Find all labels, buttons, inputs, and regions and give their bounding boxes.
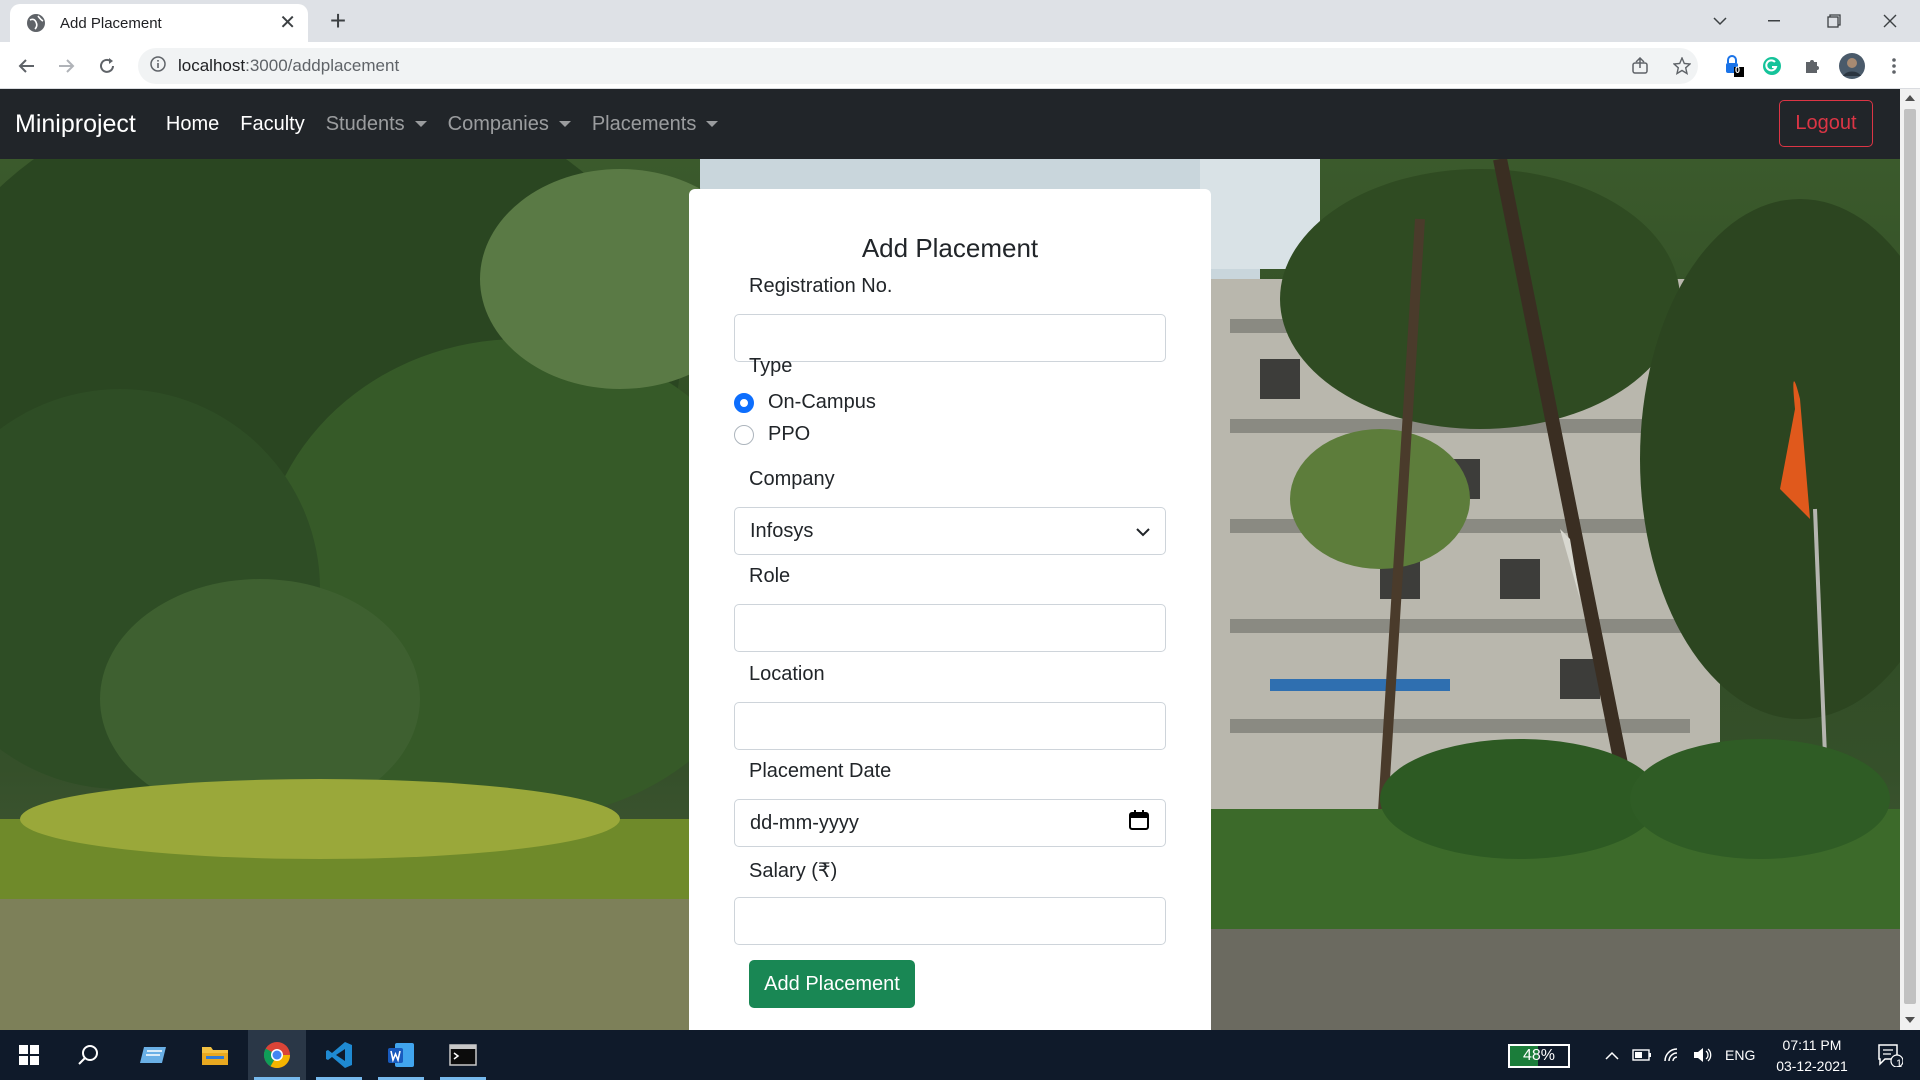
notification-center-icon[interactable]: 1 [1862,1030,1918,1080]
terminal-icon[interactable] [434,1030,492,1080]
battery-icon[interactable] [1630,1030,1654,1080]
salary-label: Salary (₹) [749,860,838,882]
address-bar[interactable]: localhost:3000/addplacement [138,48,1698,84]
clock-time[interactable]: 07:11 PM [1777,1037,1847,1053]
radio-on-campus[interactable]: On-Campus [734,391,876,414]
radio-ppo[interactable]: PPO [734,423,810,446]
page-viewport: Miniproject Home Faculty Students Compan… [0,89,1900,1030]
nav-students-label: Students [325,112,405,135]
profile-avatar[interactable] [1838,52,1866,80]
notification-count: 1 [1896,1058,1903,1070]
caret-down-icon [558,121,571,127]
nav-faculty[interactable]: Faculty [240,113,304,136]
tab-title: Add Placement [60,14,162,32]
extension-lock-icon[interactable]: 0 [1720,52,1748,80]
location-input[interactable] [734,702,1166,750]
chevron-down-icon [1136,520,1150,543]
close-window-button[interactable] [1862,0,1918,42]
company-select[interactable]: Infosys [734,507,1166,555]
salary-input[interactable] [734,897,1166,945]
nav-placements-dropdown[interactable]: Placements [592,113,719,136]
scrollbar-thumb[interactable] [1904,109,1916,1004]
word-icon[interactable] [372,1030,430,1080]
page-scrollbar[interactable] [1900,89,1920,1030]
vscode-icon[interactable] [310,1030,368,1080]
nav-companies-dropdown[interactable]: Companies [448,113,571,136]
top-navbar: Miniproject Home Faculty Students Compan… [0,89,1900,159]
role-input[interactable] [734,604,1166,652]
radio-unchecked-icon[interactable] [734,424,754,445]
browser-tab[interactable]: Add Placement ✕ [10,4,308,42]
bookmark-star-icon[interactable] [1668,52,1696,80]
scroll-up-icon[interactable] [1905,95,1915,101]
radio-checked-icon[interactable] [734,392,754,413]
browser-tab-strip: Add Placement ✕ + [0,0,1920,42]
placement-date-input[interactable]: dd-mm-yyyy [734,799,1166,847]
tab-search-icon[interactable] [1692,0,1748,42]
globe-icon [26,13,46,33]
caret-down-icon [706,121,719,127]
registration-input[interactable] [734,314,1166,362]
company-label: Company [749,468,835,490]
nav-placements-label: Placements [591,112,697,135]
form-title: Add Placement [861,233,1039,263]
close-tab-icon[interactable]: ✕ [279,13,296,33]
reload-icon[interactable] [91,50,123,82]
nav-home[interactable]: Home [166,113,219,136]
radio-ppo-label: PPO [768,423,811,445]
menu-kebab-icon[interactable] [1880,52,1908,80]
new-tab-button[interactable]: + [322,6,354,38]
restore-button[interactable] [1806,0,1862,42]
search-icon[interactable] [60,1030,118,1080]
info-icon[interactable] [150,55,166,77]
radio-on-campus-label: On-Campus [768,391,876,413]
scroll-down-icon[interactable] [1905,1017,1915,1023]
clock-date[interactable]: 03-12-2021 [1770,1058,1854,1074]
add-placement-form-card: Add Placement Registration No. Type On-C… [689,189,1211,1030]
navbar-brand[interactable]: Miniproject [15,110,136,139]
grammarly-icon[interactable] [1758,52,1786,80]
minimize-button[interactable] [1746,0,1802,42]
address-toolbar: localhost:3000/addplacement 0 [0,42,1920,89]
extensions-puzzle-icon[interactable] [1798,52,1826,80]
add-placement-button[interactable]: Add Placement [749,960,915,1008]
date-placeholder: dd-mm-yyyy [750,811,859,834]
back-arrow-icon[interactable] [11,50,43,82]
url-host: localhost [178,56,246,75]
company-selected-value: Infosys [750,519,814,542]
nav-students-dropdown[interactable]: Students [326,113,427,136]
role-label: Role [749,565,791,587]
language-indicator[interactable]: ENG [1725,1047,1755,1063]
extension-badge: 0 [1735,65,1741,75]
url-text: localhost:3000/addplacement [178,56,399,76]
location-label: Location [749,663,825,685]
nav-companies-label: Companies [447,112,549,135]
logout-button[interactable]: Logout [1779,100,1873,147]
caret-down-icon [414,121,427,127]
registration-label: Registration No. [749,275,893,297]
type-label: Type [749,355,793,377]
forward-arrow-icon[interactable] [50,50,82,82]
placement-date-label: Placement Date [749,760,892,782]
url-path: :3000/addplacement [245,56,400,75]
chevron-up-icon[interactable] [1600,1030,1624,1080]
task-view-icon[interactable] [124,1030,182,1080]
windows-start-icon[interactable] [0,1030,58,1080]
volume-icon[interactable] [1690,1030,1716,1080]
windows-taskbar: 48% ENG 07:11 PM 03-12-2021 1 [0,1030,1920,1080]
wifi-icon[interactable] [1660,1030,1686,1080]
battery-indicator[interactable]: 48% [1508,1044,1570,1068]
file-explorer-icon[interactable] [186,1030,244,1080]
share-icon[interactable] [1626,52,1654,80]
calendar-icon[interactable] [1128,809,1150,837]
chrome-taskbar-icon[interactable] [248,1030,306,1080]
